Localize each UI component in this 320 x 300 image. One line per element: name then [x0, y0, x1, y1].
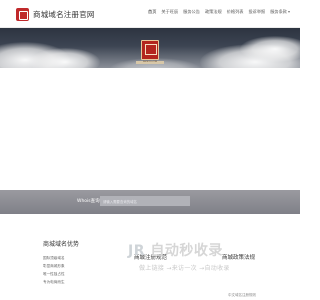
- cloud-decoration: [30, 48, 100, 68]
- list-item: 唯一性独占性: [43, 272, 65, 276]
- main-content: [0, 68, 300, 190]
- advantages-list: 国际顶级域名 彰显商城形象 唯一性独占性 专为电商而生: [43, 254, 79, 286]
- nav-item-terms[interactable]: 服务条款▾: [270, 9, 290, 15]
- chevron-down-icon: ▾: [287, 9, 290, 14]
- hero-banner: SHOP.CO.COM: [0, 28, 300, 68]
- site-header: 商城域名注册官网 首页 关于旺辰 服务公告 政策法规 价格列表 投诉举报 服务条…: [0, 0, 300, 28]
- cloud-decoration: [240, 36, 300, 62]
- policy-link[interactable]: 中文域名注册规则: [228, 293, 256, 298]
- nav-item-announcements[interactable]: 服务公告: [183, 9, 200, 15]
- list-item: 国际顶级域名: [43, 256, 65, 260]
- policy-regulations-title[interactable]: 商城政策法规: [222, 253, 255, 261]
- advantages-title: 商城域名优势: [43, 241, 80, 248]
- registration-rules-title[interactable]: 商城注册规范: [134, 253, 167, 261]
- whois-bar: Whois查询 请输入需要查询的域名: [0, 190, 300, 214]
- hero-seal-label: SHOP.CO.COM: [136, 61, 164, 64]
- whois-label: Whois查询: [77, 199, 100, 204]
- logo-text: 商城域名注册官网: [33, 9, 95, 19]
- advantages-column: 商城域名优势 国际顶级域名 彰显商城形象 唯一性独占性 专为电商而生: [43, 239, 79, 286]
- whois-placeholder: 请输入需要查询的域名: [103, 200, 137, 204]
- main-nav: 首页 关于旺辰 服务公告 政策法规 价格列表 投诉举报 服务条款▾: [148, 9, 290, 15]
- nav-item-terms-label: 服务条款: [270, 9, 287, 14]
- nav-item-prices[interactable]: 价格列表: [227, 9, 244, 15]
- list-item: 专为电商而生: [43, 280, 65, 284]
- list-item: 彰显商城形象: [43, 264, 65, 268]
- nav-item-policies[interactable]: 政策法规: [205, 9, 222, 15]
- nav-item-about[interactable]: 关于旺辰: [161, 9, 178, 15]
- nav-item-home[interactable]: 首页: [148, 9, 156, 15]
- nav-item-complaints[interactable]: 投诉举报: [248, 9, 265, 15]
- logo-icon: [16, 7, 29, 21]
- site-logo[interactable]: 商城域名注册官网: [16, 5, 95, 23]
- hero-seal-icon: [141, 40, 159, 60]
